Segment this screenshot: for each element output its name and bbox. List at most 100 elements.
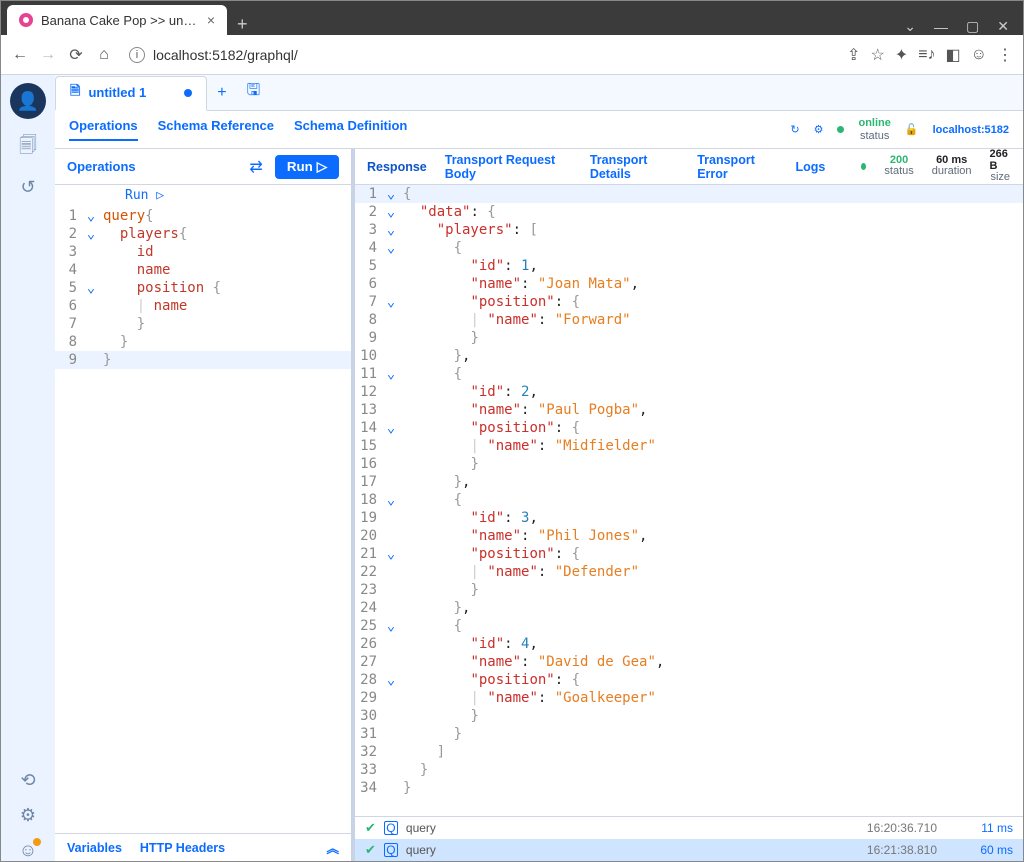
fold-icon[interactable]: ⌄ bbox=[83, 207, 99, 225]
code-line[interactable]: 23 } bbox=[355, 581, 1023, 599]
sidepanel-icon[interactable]: ◧ bbox=[946, 45, 961, 65]
code-line[interactable]: 8 } bbox=[55, 333, 351, 351]
star-icon[interactable]: ☆ bbox=[870, 45, 884, 65]
code-line[interactable]: 8 | "name": "Forward" bbox=[355, 311, 1023, 329]
query-editor[interactable]: Run ▷ 1⌄query{2⌄ players{3 id4 name5⌄ po… bbox=[55, 185, 351, 833]
maximize-icon[interactable]: ▢ bbox=[966, 18, 979, 35]
code-line[interactable]: 5⌄ position { bbox=[55, 279, 351, 297]
code-line[interactable]: 17 }, bbox=[355, 473, 1023, 491]
code-line[interactable]: 11⌄ { bbox=[355, 365, 1023, 383]
tab-http-headers[interactable]: HTTP Headers bbox=[140, 841, 225, 855]
browser-tab[interactable]: Banana Cake Pop >> untitled 1 × bbox=[7, 5, 227, 35]
code-line[interactable]: 27 "name": "David de Gea", bbox=[355, 653, 1023, 671]
expand-panel-icon[interactable]: ︽ bbox=[326, 838, 339, 857]
subtab-schema-reference[interactable]: Schema Reference bbox=[158, 118, 274, 141]
history-row[interactable]: ✔Qquery16:21:38.81060 ms bbox=[355, 839, 1023, 861]
run-codelens[interactable]: Run ▷ bbox=[55, 185, 351, 207]
documents-icon[interactable]: 🗐 bbox=[19, 133, 37, 163]
code-line[interactable]: 7⌄ "position": { bbox=[355, 293, 1023, 311]
history-icon[interactable]: ↺ bbox=[20, 177, 35, 198]
playlist-icon[interactable]: ≡♪ bbox=[918, 46, 935, 64]
site-info-icon[interactable]: i bbox=[129, 47, 145, 63]
code-line[interactable]: 3⌄ "players": [ bbox=[355, 221, 1023, 239]
code-line[interactable]: 12 "id": 2, bbox=[355, 383, 1023, 401]
code-line[interactable]: 9} bbox=[55, 351, 351, 369]
home-icon[interactable]: ⌂ bbox=[95, 46, 113, 64]
code-line[interactable]: 1⌄query{ bbox=[55, 207, 351, 225]
subtab-schema-definition[interactable]: Schema Definition bbox=[294, 118, 407, 141]
settings-icon[interactable]: ⚙ bbox=[814, 123, 824, 136]
code-line[interactable]: 4 name bbox=[55, 261, 351, 279]
fold-icon[interactable]: ⌄ bbox=[383, 419, 399, 437]
code-line[interactable]: 31 } bbox=[355, 725, 1023, 743]
save-document-button[interactable]: 🖫 bbox=[237, 79, 271, 106]
add-document-button[interactable]: + bbox=[207, 84, 236, 102]
code-line[interactable]: 3 id bbox=[55, 243, 351, 261]
gear-icon[interactable]: ⚙ bbox=[20, 805, 36, 826]
address-bar[interactable]: i localhost:5182/graphql/ bbox=[123, 43, 837, 67]
history-row[interactable]: ✔Qquery16:20:36.71011 ms bbox=[355, 817, 1023, 839]
new-tab-button[interactable]: + bbox=[227, 14, 258, 35]
code-line[interactable]: 24 }, bbox=[355, 599, 1023, 617]
code-line[interactable]: 21⌄ "position": { bbox=[355, 545, 1023, 563]
profile-icon[interactable]: ☺ bbox=[971, 46, 987, 64]
code-line[interactable]: 14⌄ "position": { bbox=[355, 419, 1023, 437]
response-editor[interactable]: 1⌄{2⌄ "data": {3⌄ "players": [4⌄ {5 "id"… bbox=[355, 185, 1023, 816]
tab-transport-details[interactable]: Transport Details bbox=[590, 153, 679, 181]
code-line[interactable]: 19 "id": 3, bbox=[355, 509, 1023, 527]
code-line[interactable]: 4⌄ { bbox=[355, 239, 1023, 257]
code-line[interactable]: 32 ] bbox=[355, 743, 1023, 761]
code-line[interactable]: 18⌄ { bbox=[355, 491, 1023, 509]
code-line[interactable]: 34} bbox=[355, 779, 1023, 797]
code-line[interactable]: 16 } bbox=[355, 455, 1023, 473]
share-icon[interactable]: ⇪ bbox=[847, 45, 860, 65]
host-label[interactable]: localhost:5182 bbox=[933, 124, 1009, 136]
reload-icon[interactable]: ⟳ bbox=[67, 45, 85, 65]
subtab-operations[interactable]: Operations bbox=[69, 118, 138, 141]
code-line[interactable]: 26 "id": 4, bbox=[355, 635, 1023, 653]
refresh-schema-icon[interactable]: ↻ bbox=[790, 123, 799, 136]
sync-icon[interactable]: ⟲ bbox=[20, 770, 35, 791]
code-line[interactable]: 25⌄ { bbox=[355, 617, 1023, 635]
code-line[interactable]: 1⌄{ bbox=[355, 185, 1023, 203]
minimize-icon[interactable]: ― bbox=[934, 19, 948, 35]
close-tab-icon[interactable]: × bbox=[207, 12, 215, 28]
fold-icon[interactable]: ⌄ bbox=[83, 279, 99, 297]
code-line[interactable]: 29 | "name": "Goalkeeper" bbox=[355, 689, 1023, 707]
app-logo-icon[interactable]: 👤 bbox=[10, 83, 46, 119]
fold-icon[interactable]: ⌄ bbox=[83, 225, 99, 243]
run-button[interactable]: Run ▷ bbox=[275, 155, 339, 179]
extensions-icon[interactable]: ✦ bbox=[895, 45, 908, 65]
code-line[interactable]: 6 "name": "Joan Mata", bbox=[355, 275, 1023, 293]
fold-icon[interactable]: ⌄ bbox=[383, 203, 399, 221]
code-line[interactable]: 20 "name": "Phil Jones", bbox=[355, 527, 1023, 545]
format-icon[interactable]: ⇄ bbox=[249, 157, 262, 177]
fold-icon[interactable]: ⌄ bbox=[383, 365, 399, 383]
fold-icon[interactable]: ⌄ bbox=[383, 491, 399, 509]
code-line[interactable]: 33 } bbox=[355, 761, 1023, 779]
fold-icon[interactable]: ⌄ bbox=[383, 617, 399, 635]
code-line[interactable]: 22 | "name": "Defender" bbox=[355, 563, 1023, 581]
code-line[interactable]: 13 "name": "Paul Pogba", bbox=[355, 401, 1023, 419]
tab-variables[interactable]: Variables bbox=[67, 841, 122, 855]
tab-logs[interactable]: Logs bbox=[795, 160, 825, 174]
code-line[interactable]: 9 } bbox=[355, 329, 1023, 347]
fold-icon[interactable]: ⌄ bbox=[383, 545, 399, 563]
code-line[interactable]: 2⌄ "data": { bbox=[355, 203, 1023, 221]
fold-icon[interactable]: ⌄ bbox=[383, 185, 399, 203]
code-line[interactable]: 10 }, bbox=[355, 347, 1023, 365]
code-line[interactable]: 7 } bbox=[55, 315, 351, 333]
code-line[interactable]: 6 | name bbox=[55, 297, 351, 315]
account-icon[interactable]: ☺ bbox=[19, 840, 37, 861]
menu-icon[interactable]: ⋮ bbox=[997, 45, 1013, 65]
back-icon[interactable]: ← bbox=[11, 46, 29, 64]
document-tab[interactable]: 🗎 untitled 1 bbox=[55, 76, 207, 111]
chevron-down-icon[interactable]: ⌄ bbox=[904, 18, 916, 35]
code-line[interactable]: 28⌄ "position": { bbox=[355, 671, 1023, 689]
code-line[interactable]: 15 | "name": "Midfielder" bbox=[355, 437, 1023, 455]
code-line[interactable]: 2⌄ players{ bbox=[55, 225, 351, 243]
fold-icon[interactable]: ⌄ bbox=[383, 221, 399, 239]
tab-response[interactable]: Response bbox=[367, 160, 427, 174]
tab-transport-error[interactable]: Transport Error bbox=[697, 153, 777, 181]
code-line[interactable]: 5 "id": 1, bbox=[355, 257, 1023, 275]
